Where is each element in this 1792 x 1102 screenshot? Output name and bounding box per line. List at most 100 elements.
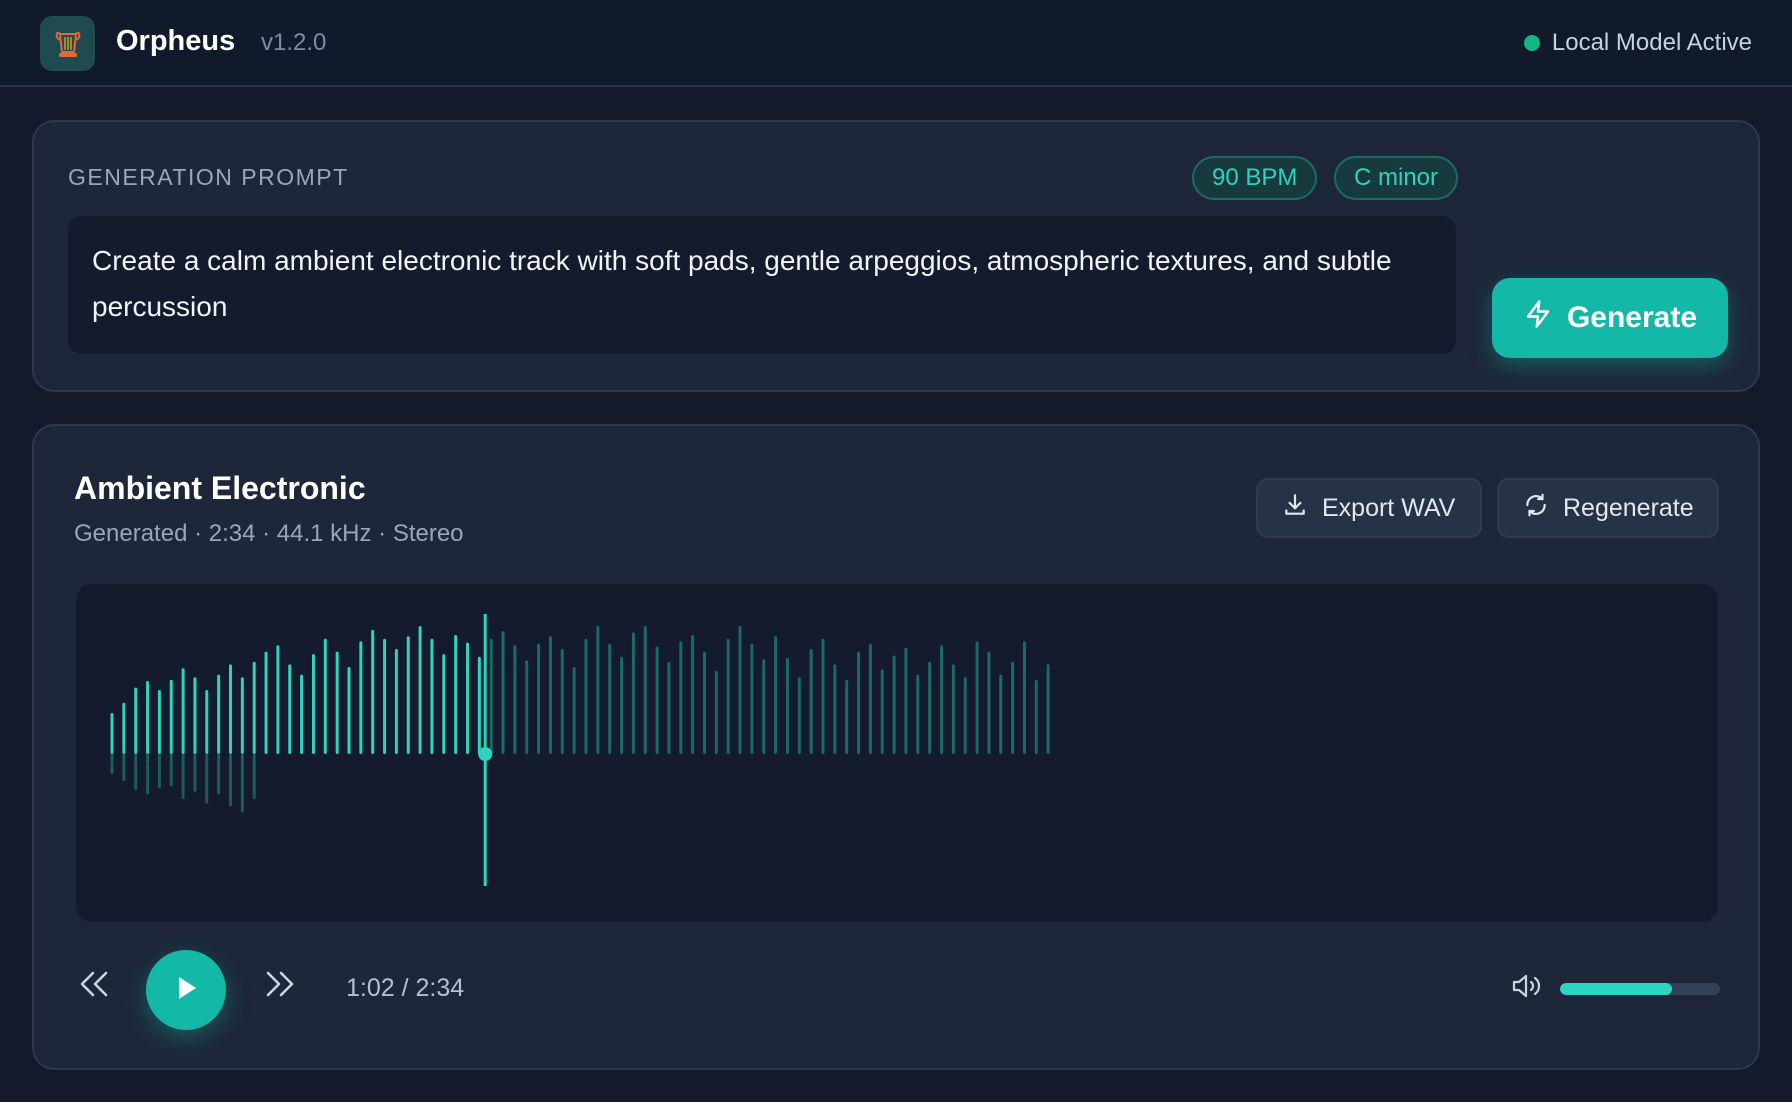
waveform-bar [1046,664,1050,754]
waveform-bar [157,690,161,754]
waveform-bar [714,670,718,754]
export-label: Export WAV [1322,493,1456,522]
waveform-bar [857,651,861,754]
waveform-bar [738,626,742,754]
player-card: Ambient Electronic Generated · 2:34 · 44… [32,424,1760,1070]
volume-slider[interactable] [1560,983,1720,995]
waveform-bar-lower [122,754,126,781]
play-icon [173,974,199,1007]
status-label: Local Model Active [1551,29,1752,56]
play-button[interactable] [146,950,226,1030]
key-tag[interactable]: C minor [1334,156,1459,200]
waveform-bar [809,649,813,754]
app-version: v1.2.0 [261,29,327,56]
generate-button[interactable]: Generate [1492,278,1728,358]
playhead-knob[interactable] [478,747,493,761]
prompt-input[interactable]: Create a calm ambient electronic track w… [68,216,1456,354]
prompt-card: GENERATION PROMPT 90 BPM C minor Create … [32,120,1760,392]
waveform-bar [311,654,315,754]
waveform-bar [975,641,979,754]
waveform-bar [489,638,493,754]
waveform-bar [240,677,244,754]
waveform-bar [679,641,683,754]
waveform-bar [169,679,173,754]
waveform-bar [418,626,422,754]
waveform-bar [726,638,730,754]
track-title: Ambient Electronic [74,470,366,506]
waveform-bar [288,664,292,754]
waveform-svg[interactable] [76,584,1718,922]
waveform-bar [406,636,410,754]
waveform-bar [394,649,398,754]
waveform-bar [643,626,647,754]
rewind-button[interactable] [74,966,114,1006]
refresh-icon [1523,492,1549,525]
waveform-bar-lower [169,754,173,787]
waveform-bar [110,713,114,754]
waveform-bar [560,649,564,754]
waveform-bar [1022,641,1026,754]
waveform-bar [122,702,126,754]
waveform-bar [264,651,268,754]
waveform-bar-lower [205,754,209,804]
generate-label: Generate [1566,301,1698,334]
tempo-tag[interactable]: 90 BPM [1192,156,1318,200]
waveform-bar [454,634,458,754]
waveform-bar [691,634,695,754]
waveform-bar-lower [252,754,256,799]
waveform-bar [371,629,375,754]
app-title: Orpheus [116,25,236,57]
forward-button[interactable] [260,966,300,1006]
waveform-bar-lower [157,754,161,789]
waveform-bar-lower [240,754,244,813]
model-status: Local Model Active [1523,29,1752,57]
waveform-bar [335,651,339,754]
waveform-bar [821,638,825,754]
waveform-bar [217,674,221,754]
regenerate-label: Regenerate [1563,493,1694,522]
waveform-bar [347,666,351,754]
waveform-bar [667,661,671,754]
waveform-bar [383,638,387,754]
waveform-bar-lower [181,754,185,799]
waveform-bar [928,661,932,754]
waveform-bar [608,643,612,754]
regenerate-button[interactable]: Regenerate [1497,478,1719,538]
waveform-display[interactable] [76,584,1718,922]
volume-icon [1510,971,1542,1006]
waveform-bar [572,666,576,754]
waveform-bar-lower [134,754,138,790]
volume-button[interactable] [1508,970,1544,1006]
top-bar: Orpheus v1.2.0 Local Model Active [0,0,1792,87]
rewind-icon [77,969,111,1004]
waveform-bar [620,656,624,754]
waveform-bar [193,677,197,754]
status-dot-icon [1523,35,1540,51]
waveform-bar-lower [229,754,232,807]
waveform-bar [134,687,138,754]
waveform-bar-lower [110,754,114,774]
waveform-bar [548,636,552,754]
waveform-bar [537,643,541,754]
waveform-bar [501,631,505,754]
waveform-bar [892,655,896,754]
waveform-bar [442,654,446,754]
waveform-bar [631,632,635,754]
waveform-bar [276,645,280,754]
waveform-bar [951,664,955,754]
waveform-bar [880,669,884,754]
waveform-bar [833,664,837,754]
waveform-bar [229,664,232,754]
waveform-bar [1011,661,1015,754]
download-icon [1282,492,1308,525]
waveform-bar [999,674,1003,754]
waveform-bar [584,638,588,754]
waveform-bar [146,681,150,754]
waveform-bar [774,636,778,754]
export-wav-button[interactable]: Export WAV [1256,478,1482,538]
waveform-bar-lower [146,754,150,795]
waveform-bar [940,645,943,754]
waveform-bar [300,674,304,754]
track-meta: Generated · 2:34 · 44.1 kHz · Stereo [74,520,464,547]
waveform-bar [252,661,256,754]
